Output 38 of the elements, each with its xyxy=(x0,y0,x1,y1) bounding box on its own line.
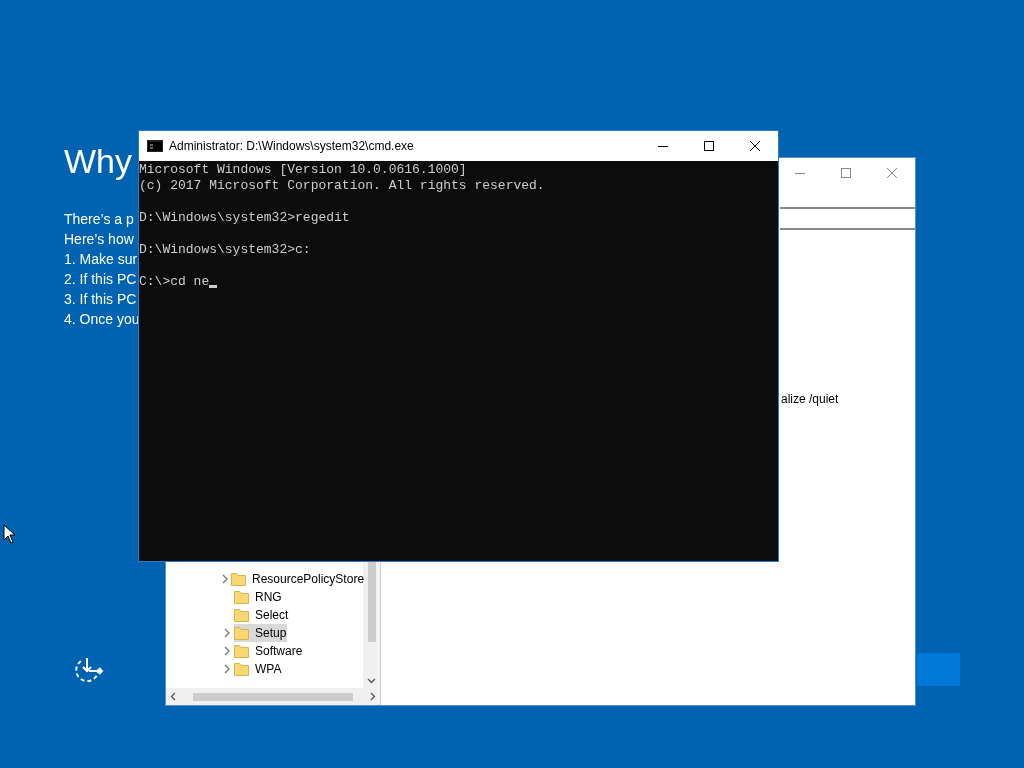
window-title: Administrator: D:\Windows\system32\cmd.exe xyxy=(169,138,415,155)
chevron-icon[interactable] xyxy=(223,646,231,656)
horizontal-scrollbar[interactable] xyxy=(166,688,380,705)
setup-text-line: There’s a p xyxy=(64,210,135,229)
folder-icon xyxy=(234,626,249,640)
folder-icon xyxy=(234,590,249,604)
tree-item[interactable]: Select xyxy=(234,606,290,624)
console-line: (c) 2017 Microsoft Corporation. All rights reserved. xyxy=(139,178,545,194)
tree-item[interactable]: RNG xyxy=(234,588,283,606)
mouse-pointer-icon xyxy=(3,524,16,544)
setup-text-line: 3. If this PC xyxy=(64,290,138,309)
chevron-icon[interactable] xyxy=(223,664,231,674)
vertical-scrollbar[interactable] xyxy=(363,562,380,688)
scroll-down-icon[interactable] xyxy=(367,678,376,684)
folder-icon xyxy=(234,644,249,658)
text-cursor xyxy=(209,285,218,288)
setup-text-line: 1. Make sur xyxy=(64,250,139,269)
tree-item[interactable]: ResourcePolicyStore xyxy=(231,570,366,588)
folder-icon xyxy=(231,572,246,586)
setup-heading: Why xyxy=(64,141,133,182)
folder-icon xyxy=(234,608,249,622)
tree-item[interactable]: WPA xyxy=(234,660,283,678)
setup-text-line: 2. If this PC xyxy=(64,270,138,289)
address-bar[interactable] xyxy=(780,207,915,230)
chevron-icon[interactable] xyxy=(222,574,229,584)
scroll-right-icon[interactable] xyxy=(370,692,376,701)
tree-item[interactable]: Software xyxy=(234,642,304,660)
console-line: D:\Windows\system32>regedit xyxy=(139,210,350,226)
scroll-left-icon[interactable] xyxy=(170,692,176,701)
tree-item[interactable]: Setup xyxy=(234,624,288,642)
value-data-text: alize /quiet xyxy=(781,391,839,408)
console-line: D:\Windows\system32>c: xyxy=(139,242,311,258)
console-line: C:\>cd ne xyxy=(139,274,210,290)
console-line: Microsoft Windows [Version 10.0.0616.1000] xyxy=(139,162,467,178)
folder-icon xyxy=(234,662,249,676)
chevron-icon[interactable] xyxy=(223,628,231,638)
setup-text-line: Here’s how xyxy=(64,230,135,249)
console-icon xyxy=(147,140,163,152)
